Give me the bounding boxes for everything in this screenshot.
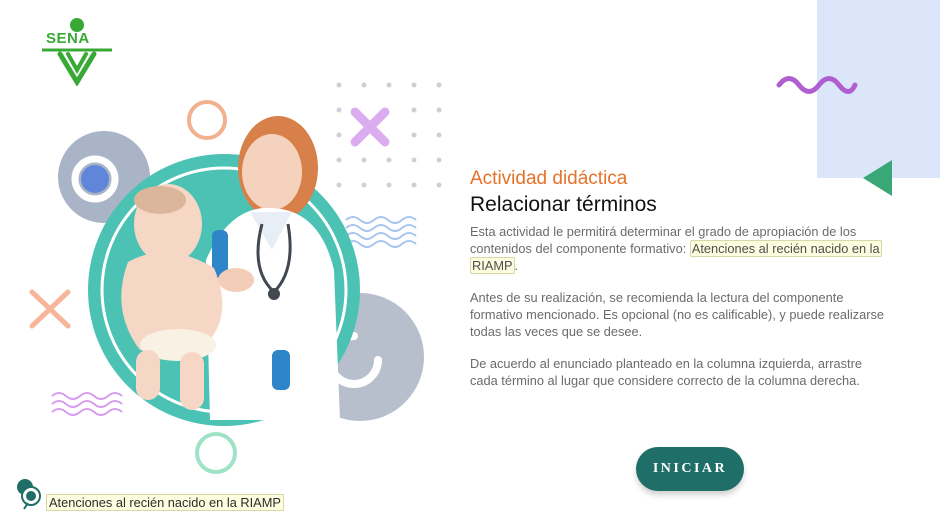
wave-stripes-blue: [345, 216, 417, 248]
activity-title: Relacionar términos: [470, 193, 657, 216]
component-name-highlight-2: RIAMP: [470, 257, 515, 274]
description-paragraph-3: De acuerdo al enunciado planteado en la …: [470, 356, 862, 388]
activity-label: Actividad didáctica: [470, 168, 628, 189]
component-name-highlight: Atenciones al recién nacido en la: [689, 240, 882, 257]
hero-illustration: [29, 82, 442, 474]
start-button[interactable]: INICIAR: [636, 447, 744, 491]
dot-grid-decoration: [336, 82, 442, 188]
wave-decoration: [776, 76, 858, 94]
wave-stripes-purple: [51, 392, 123, 416]
x-decoration-peach: [29, 289, 71, 329]
description-paragraph-2: Antes de su realización, se recomienda l…: [470, 290, 884, 339]
description-text-end: .: [514, 258, 519, 273]
back-arrow-icon: [863, 160, 892, 196]
component-name-label: Atenciones al recién nacido en la RIAMP: [46, 494, 284, 511]
description-paragraph-1: Esta actividad le permitirá determinar e…: [470, 223, 890, 274]
x-decoration-purple: [350, 107, 390, 147]
pin-icon: [17, 479, 41, 510]
